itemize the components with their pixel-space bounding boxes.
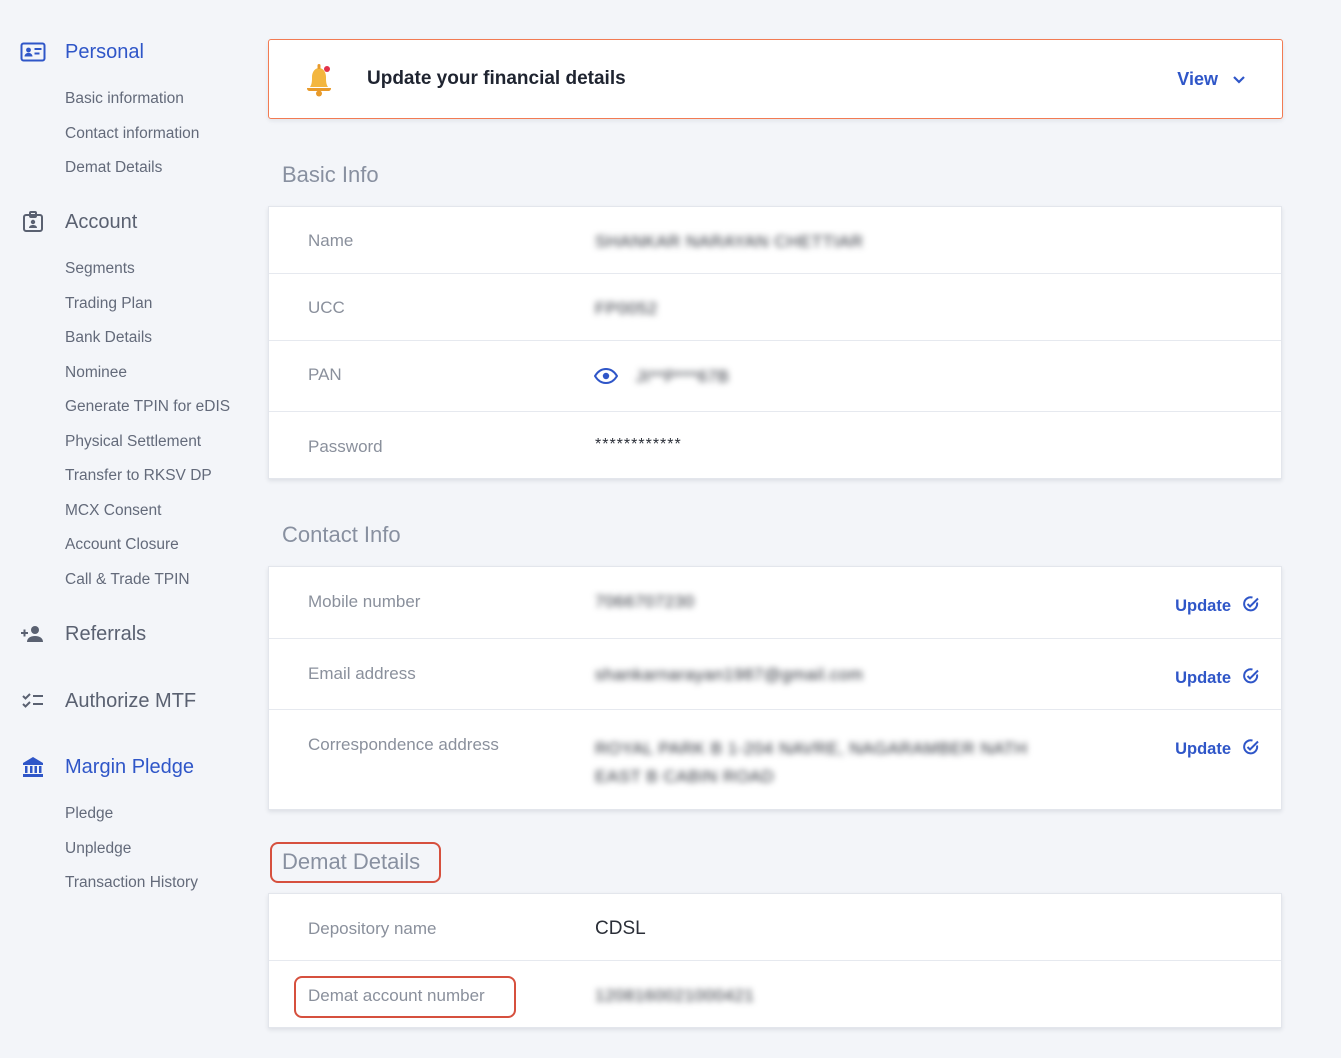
sidebar-item-pledge[interactable]: Pledge	[65, 797, 250, 832]
sidebar-item-segments[interactable]: Segments	[65, 252, 250, 287]
contact-row-mobile: Mobile number 7066707230 Update	[269, 567, 1281, 639]
sidebar-item-generate-tpin[interactable]: Generate TPIN for eDIS	[65, 390, 250, 425]
demat-row-account-number: Demat account number 1208160021000421	[269, 961, 1281, 1027]
bank-icon	[20, 754, 46, 780]
address-value-line1: ROYAL PARK B 1-204 NAVRE, NAGARAMBER NAT…	[595, 739, 1028, 758]
info-row-pan: PAN JI**P***67B	[269, 341, 1281, 412]
sidebar-section-account: Account Segments Trading Plan Bank Detai…	[0, 208, 250, 597]
sidebar-item-bank-details[interactable]: Bank Details	[65, 321, 250, 356]
sidebar-item-physical-settlement[interactable]: Physical Settlement	[65, 425, 250, 460]
sidebar-item-basic-information[interactable]: Basic information	[65, 82, 250, 117]
sidebar-item-trading-plan[interactable]: Trading Plan	[65, 287, 250, 322]
email-label: Email address	[308, 664, 416, 683]
password-value: ************	[595, 436, 682, 453]
update-email-label: Update	[1175, 669, 1231, 687]
address-value-line2: EAST B CABIN ROAD	[595, 767, 775, 786]
mobile-value: 7066707230	[595, 592, 695, 611]
edit-check-icon	[1231, 595, 1260, 618]
name-label: Name	[308, 231, 354, 250]
depository-label: Depository name	[308, 919, 437, 938]
banner-title: Update your financial details	[367, 68, 626, 89]
update-email-button[interactable]: Update	[1175, 667, 1260, 690]
sidebar-section-authorize-mtf: Authorize MTF	[0, 687, 250, 715]
eye-icon[interactable]	[593, 367, 619, 389]
sidebar-item-nominee[interactable]: Nominee	[65, 356, 250, 391]
sidebar-item-account-closure[interactable]: Account Closure	[65, 528, 250, 563]
banner-view-button[interactable]: View	[1177, 69, 1246, 90]
ucc-label: UCC	[308, 298, 345, 317]
demat-account-label: Demat account number	[308, 986, 485, 1005]
update-address-button[interactable]: Update	[1175, 738, 1260, 761]
edit-check-icon	[1231, 667, 1260, 690]
email-value: shankarnarayan1987@gmail.com	[595, 665, 864, 684]
sidebar-item-demat-details[interactable]: Demat Details	[65, 151, 250, 186]
ucc-value: FP0052	[595, 299, 658, 318]
financial-details-banner: Update your financial details View	[268, 39, 1283, 119]
contact-info-title: Contact Info	[282, 522, 401, 547]
bell-icon	[299, 59, 339, 99]
update-address-label: Update	[1175, 740, 1231, 758]
contact-row-address: Correspondence address ROYAL PARK B 1-20…	[269, 710, 1281, 809]
info-row-password: Password ************	[269, 412, 1281, 480]
id-card-icon	[20, 39, 46, 65]
edit-check-icon	[1231, 738, 1260, 761]
info-row-ucc: UCC FP0052	[269, 274, 1281, 341]
chevron-down-icon	[1218, 69, 1246, 90]
sidebar-item-transfer-rksv[interactable]: Transfer to RKSV DP	[65, 459, 250, 494]
sidebar-section-personal: Personal Basic information Contact infor…	[0, 38, 250, 186]
sidebar-item-margin-pledge[interactable]: Margin Pledge	[0, 753, 250, 781]
sidebar-item-authorize-mtf[interactable]: Authorize MTF	[0, 687, 250, 715]
name-value: SHANKAR NARAYAN CHETTIAR	[595, 232, 864, 251]
sidebar-item-transaction-history[interactable]: Transaction History	[65, 866, 250, 901]
update-mobile-label: Update	[1175, 597, 1231, 615]
update-mobile-button[interactable]: Update	[1175, 595, 1260, 618]
sidebar-label-referrals: Referrals	[65, 622, 147, 645]
briefcase-badge-icon	[20, 209, 46, 235]
mobile-label: Mobile number	[308, 592, 421, 611]
depository-value: CDSL	[595, 918, 646, 939]
demat-row-depository: Depository name CDSL	[269, 894, 1281, 961]
sidebar-item-unpledge[interactable]: Unpledge	[65, 832, 250, 867]
sidebar-item-mcx-consent[interactable]: MCX Consent	[65, 494, 250, 529]
basic-info-title: Basic Info	[282, 162, 379, 187]
sidebar-label-authorize-mtf: Authorize MTF	[65, 689, 197, 712]
sidebar-item-personal[interactable]: Personal	[0, 38, 250, 66]
sidebar-label-margin-pledge: Margin Pledge	[65, 755, 194, 778]
info-row-name: Name SHANKAR NARAYAN CHETTIAR	[269, 207, 1281, 274]
sidebar-item-account[interactable]: Account	[0, 208, 250, 236]
sidebar-section-referrals: Referrals	[0, 620, 250, 648]
basic-info-card: Name SHANKAR NARAYAN CHETTIAR UCC FP0052…	[268, 206, 1282, 479]
pan-value: JI**P***67B	[636, 367, 730, 386]
address-label: Correspondence address	[308, 735, 499, 754]
banner-view-label: View	[1177, 68, 1218, 89]
sidebar-item-call-trade-tpin[interactable]: Call & Trade TPIN	[65, 563, 250, 598]
sidebar-item-contact-information[interactable]: Contact information	[65, 117, 250, 152]
demat-account-value: 1208160021000421	[595, 986, 755, 1005]
contact-info-card: Mobile number 7066707230 Update Email ad…	[268, 566, 1282, 810]
demat-details-card: Depository name CDSL Demat account numbe…	[268, 893, 1282, 1028]
sidebar-item-referrals[interactable]: Referrals	[0, 620, 250, 648]
sidebar-section-margin-pledge: Margin Pledge Pledge Unpledge Transactio…	[0, 753, 250, 901]
password-label: Password	[308, 437, 383, 456]
pan-label: PAN	[308, 365, 342, 384]
sidebar: Personal Basic information Contact infor…	[0, 0, 250, 1058]
sidebar-label-account: Account	[65, 210, 138, 233]
sidebar-label-personal: Personal	[65, 40, 144, 63]
add-person-icon	[20, 621, 46, 647]
contact-row-email: Email address shankarnarayan1987@gmail.c…	[269, 639, 1281, 710]
demat-details-title: Demat Details	[282, 849, 421, 874]
checklist-icon	[20, 688, 46, 714]
